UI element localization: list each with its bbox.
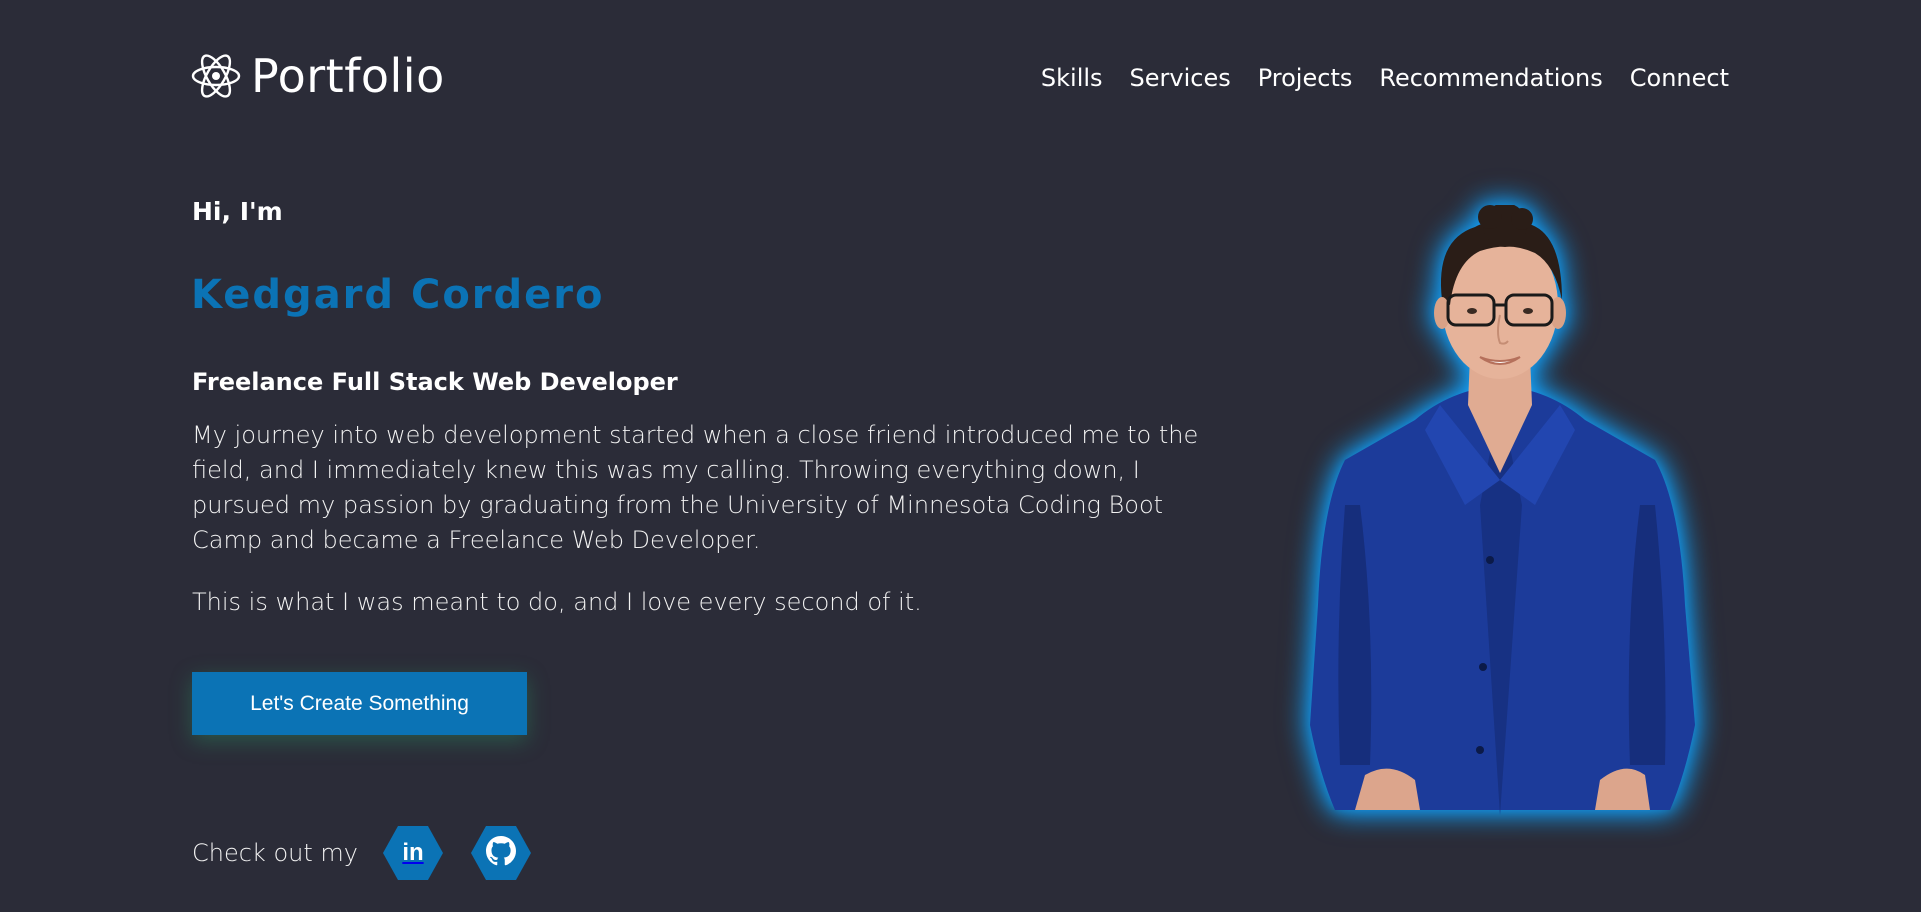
github-icon (485, 836, 516, 870)
linkedin-icon: in (402, 839, 424, 866)
page: Portfolio Skills Services Projects Recom… (0, 0, 1921, 912)
hero-name: Kedgard Cordero (191, 272, 605, 318)
hero-role: Freelance Full Stack Web Developer (192, 368, 678, 396)
nav-item-connect[interactable]: Connect (1630, 62, 1729, 94)
linkedin-link[interactable]: in (382, 826, 443, 880)
hero-greeting: Hi, I'm (192, 197, 283, 226)
profile-photo (1310, 205, 1695, 815)
react-atom-icon (191, 52, 241, 100)
social-links: Check out my in (192, 826, 559, 880)
logo[interactable]: Portfolio (191, 52, 445, 100)
nav-item-recommendations[interactable]: Recommendations (1379, 62, 1602, 94)
github-link[interactable] (470, 826, 531, 880)
logo-text: Portfolio (251, 49, 445, 103)
nav-item-projects[interactable]: Projects (1258, 62, 1353, 94)
social-label: Check out my (192, 839, 358, 867)
create-something-button[interactable]: Let's Create Something (192, 672, 527, 735)
hero-bio-closing: This is what I was meant to do, and I lo… (192, 588, 922, 616)
main-nav: Skills Services Projects Recommendations… (1041, 62, 1729, 94)
nav-item-services[interactable]: Services (1130, 62, 1231, 94)
hero-bio: My journey into web development started … (192, 421, 1199, 554)
nav-item-skills[interactable]: Skills (1041, 62, 1103, 94)
